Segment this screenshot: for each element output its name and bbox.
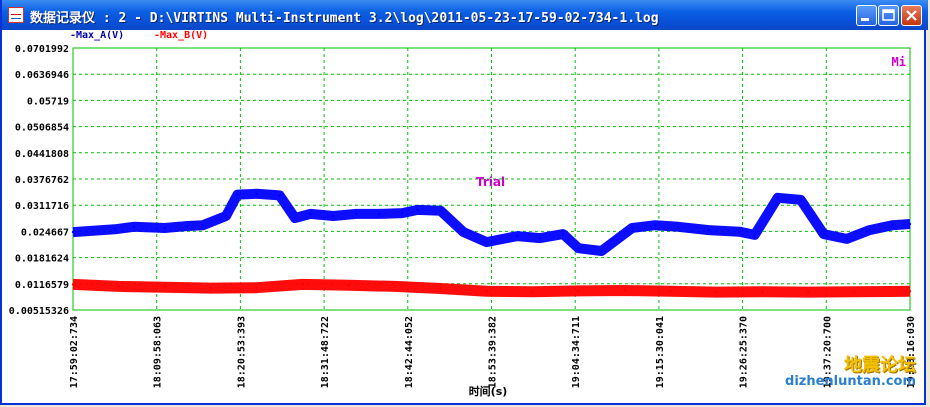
data-point [462,230,465,234]
data-point [378,212,381,216]
x-axis-label: 时间(s) [469,384,508,398]
data-point [600,249,603,253]
x-tick-label: 18:09:58:063 [153,316,164,388]
data-point [623,289,626,292]
data-point [163,226,166,230]
chart[interactable]: 0.0701992 0.0636946 0.05719 0.0506854 0.0441… [0,0,930,407]
y-tick-label: 0.0636946 [15,70,69,81]
x-tick-label: 19:26:25:370 [739,316,750,388]
x-tick-label: 18:53:39:382 [488,316,499,388]
data-point [301,283,304,286]
data-point [776,196,779,200]
data-point [669,290,672,293]
data-point [355,212,358,216]
y-tick-label: 0.0701992 [15,44,69,55]
data-point [485,240,488,244]
x-tick-label: 19:15:30:041 [655,316,666,388]
data-point [186,224,189,228]
data-point [577,246,580,250]
y-tick-label: 0.0181624 [15,254,69,265]
data-point [163,286,166,289]
data-point [293,216,297,220]
y-tick-label: 0.0376762 [15,175,69,186]
data-point [416,208,419,212]
y-tick-label: 0.024667 [21,227,69,238]
x-tick-label: 18:31:48:722 [320,316,331,388]
data-point [393,285,396,288]
data-point [538,236,542,240]
data-point [822,232,825,236]
data-point [845,237,848,241]
x-tick-label: 18:42:44:052 [404,316,415,388]
data-point [439,209,442,212]
data-point [201,224,205,227]
data-point [309,212,312,216]
data-point [347,284,350,287]
x-tick-label: 18:20:53:393 [236,316,247,388]
data-point [577,289,580,293]
y-tick-label: 0.05719 [27,96,69,107]
data-point [868,228,871,232]
watermark-url: dizhenluntan.com [785,374,916,389]
data-point [707,228,710,232]
trial-label: Trial [476,175,505,189]
data-point [853,290,856,293]
data-point [630,226,634,230]
data-point [561,232,565,236]
data-point [799,198,802,202]
data-point [761,290,764,293]
x-tick-label: 17:59:02:734 [69,316,80,388]
data-point [132,225,136,229]
data-point [224,214,228,218]
data-point [332,214,335,218]
data-point [908,290,912,293]
data-point [738,230,741,233]
y-tick-label: 0.00515326 [9,306,69,317]
data-point [236,193,239,196]
data-point [908,222,912,226]
data-point [117,285,120,288]
data-point [71,283,75,286]
y-tick-label: 0.0116579 [15,280,69,291]
x-tick-label: 19:04:34:711 [571,316,582,388]
data-point [278,194,281,197]
data-point [439,287,442,290]
data-point [113,228,117,231]
data-point [676,225,680,229]
data-point [807,290,810,294]
data-point [255,192,258,196]
data-point [753,233,756,237]
y-tick-label: 0.0506854 [15,123,69,134]
data-point [209,286,212,290]
y-tick-label: 0.0311716 [15,201,69,212]
data-point [653,224,657,227]
data-point [891,224,894,227]
data-point [531,290,534,293]
data-point [255,286,258,289]
data-point [485,290,488,293]
corner-label: Mi [892,55,906,69]
data-point [401,211,404,215]
data-point [515,234,519,238]
data-point [71,230,75,234]
data-point [715,290,718,294]
y-tick-label: 0.0441808 [15,149,69,160]
